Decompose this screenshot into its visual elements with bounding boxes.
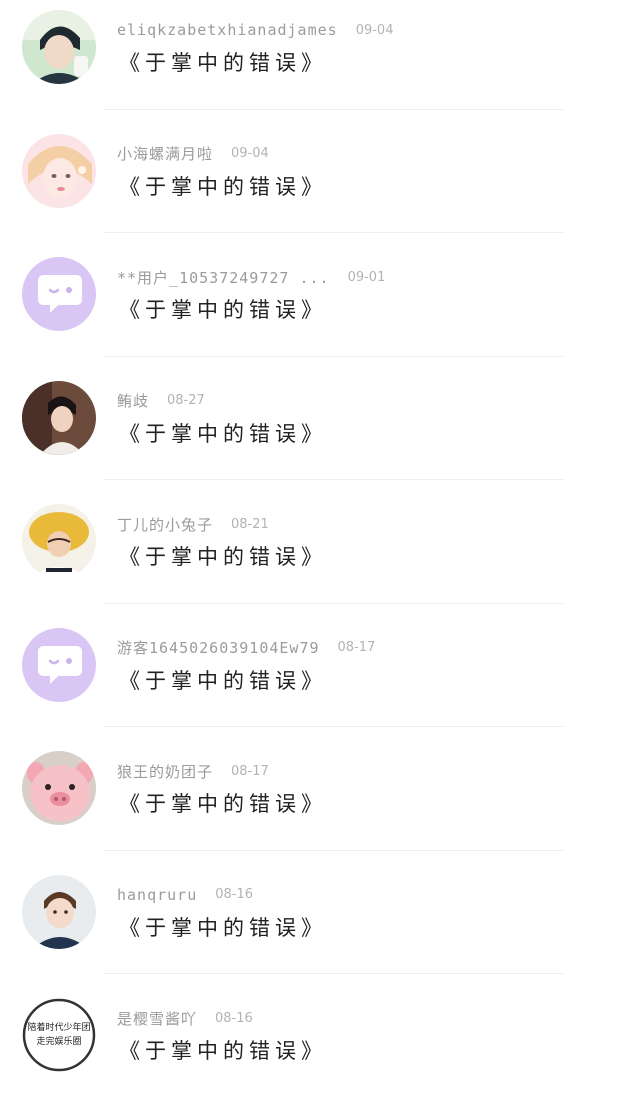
comment-meta: 丁儿的小兔子 08-21	[117, 511, 269, 537]
user-avatar-icon[interactable]	[22, 874, 96, 949]
default-chat-avatar-icon[interactable]	[22, 257, 96, 331]
username[interactable]: 小海螺满月啦	[117, 143, 213, 164]
user-avatar-icon[interactable]	[22, 380, 96, 455]
username[interactable]: 丁儿的小兔子	[117, 514, 213, 535]
comment-date: 08-16	[215, 887, 254, 902]
pig-avatar-icon[interactable]	[22, 751, 96, 825]
comment-date: 08-27	[167, 393, 205, 408]
username[interactable]: 游客1645026039104Ew79	[117, 637, 320, 658]
comment-meta: **用户_10537249727 ... 09-01	[117, 264, 385, 290]
comment-date: 09-01	[347, 269, 386, 285]
divider	[104, 726, 564, 727]
comment-date: 08-21	[231, 516, 269, 532]
user-avatar-icon[interactable]	[22, 133, 96, 208]
comment-text: 《于掌中的错误》	[119, 51, 327, 75]
comment-date: 08-17	[337, 640, 376, 655]
comment-meta: 是樱雪酱吖 08-16	[117, 1005, 253, 1031]
divider	[104, 973, 564, 974]
comment-date: 09-04	[231, 146, 269, 161]
comment-item: 鲔歧 08-27 《于掌中的错误》	[0, 371, 640, 495]
comment-text: 《于掌中的错误》	[119, 298, 327, 322]
divider	[104, 849, 564, 851]
comment-meta: 游客1645026039104Ew79 08-17	[117, 635, 375, 661]
svg-text:走完娱乐圈: 走完娱乐圈	[36, 1035, 81, 1047]
comment-text: 《于掌中的错误》	[119, 668, 327, 693]
comment-meta: hanqruru 08-16	[117, 882, 253, 908]
username[interactable]: 狼王的奶团子	[117, 761, 213, 782]
username[interactable]: 是樱雪酱吖	[117, 1008, 197, 1029]
comment-meta: 鲔歧 08-27	[117, 388, 205, 414]
text-badge-avatar-icon[interactable]: 陪着时代少年团 走完娱乐圈	[22, 998, 96, 1072]
divider	[104, 108, 564, 110]
svg-text:陪着时代少年团: 陪着时代少年团	[27, 1021, 90, 1033]
divider	[104, 602, 564, 604]
comment-list: eliqkzabetxhianadjames 09-04 《于掌中的错误》 小海…	[0, 0, 640, 1112]
comment-item: 陪着时代少年团 走完娱乐圈 是樱雪酱吖 08-16 《于掌中的错误》	[0, 988, 640, 1112]
divider	[104, 232, 564, 233]
comment-item: eliqkzabetxhianadjames 09-04 《于掌中的错误》	[0, 0, 640, 124]
comment-text: 《于掌中的错误》	[119, 1039, 327, 1063]
username[interactable]: hanqruru	[117, 886, 197, 904]
comment-item: 小海螺满月啦 09-04 《于掌中的错误》	[0, 124, 640, 248]
comment-text: 《于掌中的错误》	[119, 915, 327, 940]
comment-meta: 小海螺满月啦 09-04	[117, 141, 269, 167]
comment-text: 《于掌中的错误》	[119, 421, 327, 446]
default-chat-avatar-icon[interactable]	[22, 627, 96, 702]
user-avatar-icon[interactable]	[22, 504, 96, 578]
comment-text: 《于掌中的错误》	[119, 174, 327, 199]
comment-item: 游客1645026039104Ew79 08-17 《于掌中的错误》	[0, 618, 640, 742]
comment-meta: eliqkzabetxhianadjames 09-04	[117, 17, 393, 43]
comment-date: 09-04	[355, 22, 394, 38]
username[interactable]: eliqkzabetxhianadjames	[117, 21, 338, 39]
comment-date: 08-16	[215, 1010, 253, 1026]
comment-item: hanqruru 08-16 《于掌中的错误》	[0, 865, 640, 989]
comment-item: 丁儿的小兔子 08-21 《于掌中的错误》	[0, 494, 640, 618]
username[interactable]: **用户_10537249727 ...	[117, 267, 330, 288]
comment-meta: 狼王的奶团子 08-17	[117, 758, 269, 784]
username[interactable]: 鲔歧	[117, 390, 149, 411]
divider	[104, 355, 564, 357]
divider	[104, 479, 564, 480]
user-avatar-icon[interactable]	[22, 10, 96, 84]
comment-text: 《于掌中的错误》	[119, 545, 327, 569]
comment-item: **用户_10537249727 ... 09-01 《于掌中的错误》	[0, 247, 640, 371]
comment-text: 《于掌中的错误》	[119, 792, 327, 816]
comment-date: 08-17	[231, 763, 269, 779]
comment-item: 狼王的奶团子 08-17 《于掌中的错误》	[0, 741, 640, 865]
